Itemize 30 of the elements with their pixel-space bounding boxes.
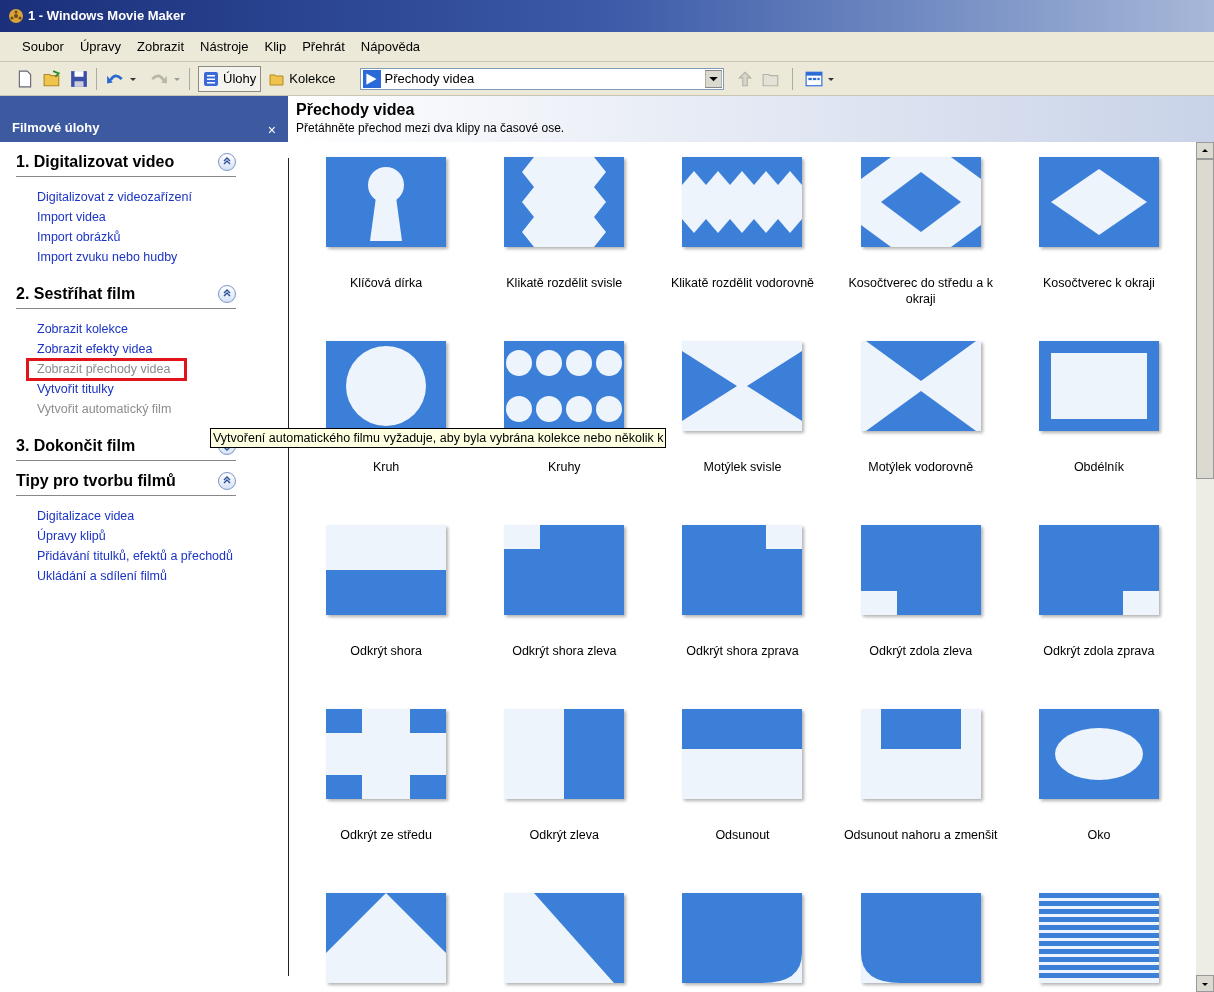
transition-label: Odkrýt shora zprava (685, 643, 800, 659)
transition-label: Odkrýt shora (349, 643, 423, 659)
transition-label: Klikatě rozdělit svisle (505, 275, 624, 291)
tooltip: Vytvoření automatického filmu vyžaduje, aby byla vybrána kolekce nebo několik k (210, 428, 667, 448)
transition-label: Oko (1086, 827, 1112, 843)
window-title: 1 - Windows Movie Maker (28, 7, 186, 26)
transition-label: Klikatě rozdělit vodorovně (669, 275, 816, 291)
transition-label: Odkrýt zdola zprava (1042, 643, 1156, 659)
transition-label: Odkrýt shora zleva (511, 643, 618, 659)
transition-label: Kruhy (546, 459, 582, 475)
transition-label: Obdélník (1072, 459, 1125, 475)
transition-label: Motýlek vodorovně (867, 459, 975, 475)
transition-label: Kruh (371, 459, 401, 475)
transition-label: Odkrýt zleva (528, 827, 600, 843)
section-title: 3. Dokončit film (16, 436, 136, 456)
dropdown-value: Přechody videa (384, 69, 476, 88)
pane-title: Filmové úlohy (12, 118, 100, 137)
content-title: Přechody videa (296, 101, 416, 119)
transition-label: Odkrýt ze středu (339, 827, 433, 843)
section-title: 1. Digitalizovat video (16, 152, 175, 172)
section-title: Tipy pro tvorbu filmů (16, 471, 176, 491)
transition-label: Odkrýt zdola zleva (868, 643, 974, 659)
transition-label: Odsunout nahoru a zmenšit (842, 827, 999, 843)
transition-label: Klíčová dírka (348, 275, 424, 291)
transition-label: Motýlek svisle (702, 459, 783, 475)
transition-label: Odsunout (714, 827, 771, 843)
content-subtitle: Přetáhněte přechod mezi dva klipy na časové ose. (296, 120, 566, 137)
transition-label: Kosočtverec k okraji (1041, 275, 1156, 291)
section-title: 2. Sestříhat film (16, 284, 136, 304)
transition-label: Kosočtverec do středu a k okraji (847, 275, 994, 307)
